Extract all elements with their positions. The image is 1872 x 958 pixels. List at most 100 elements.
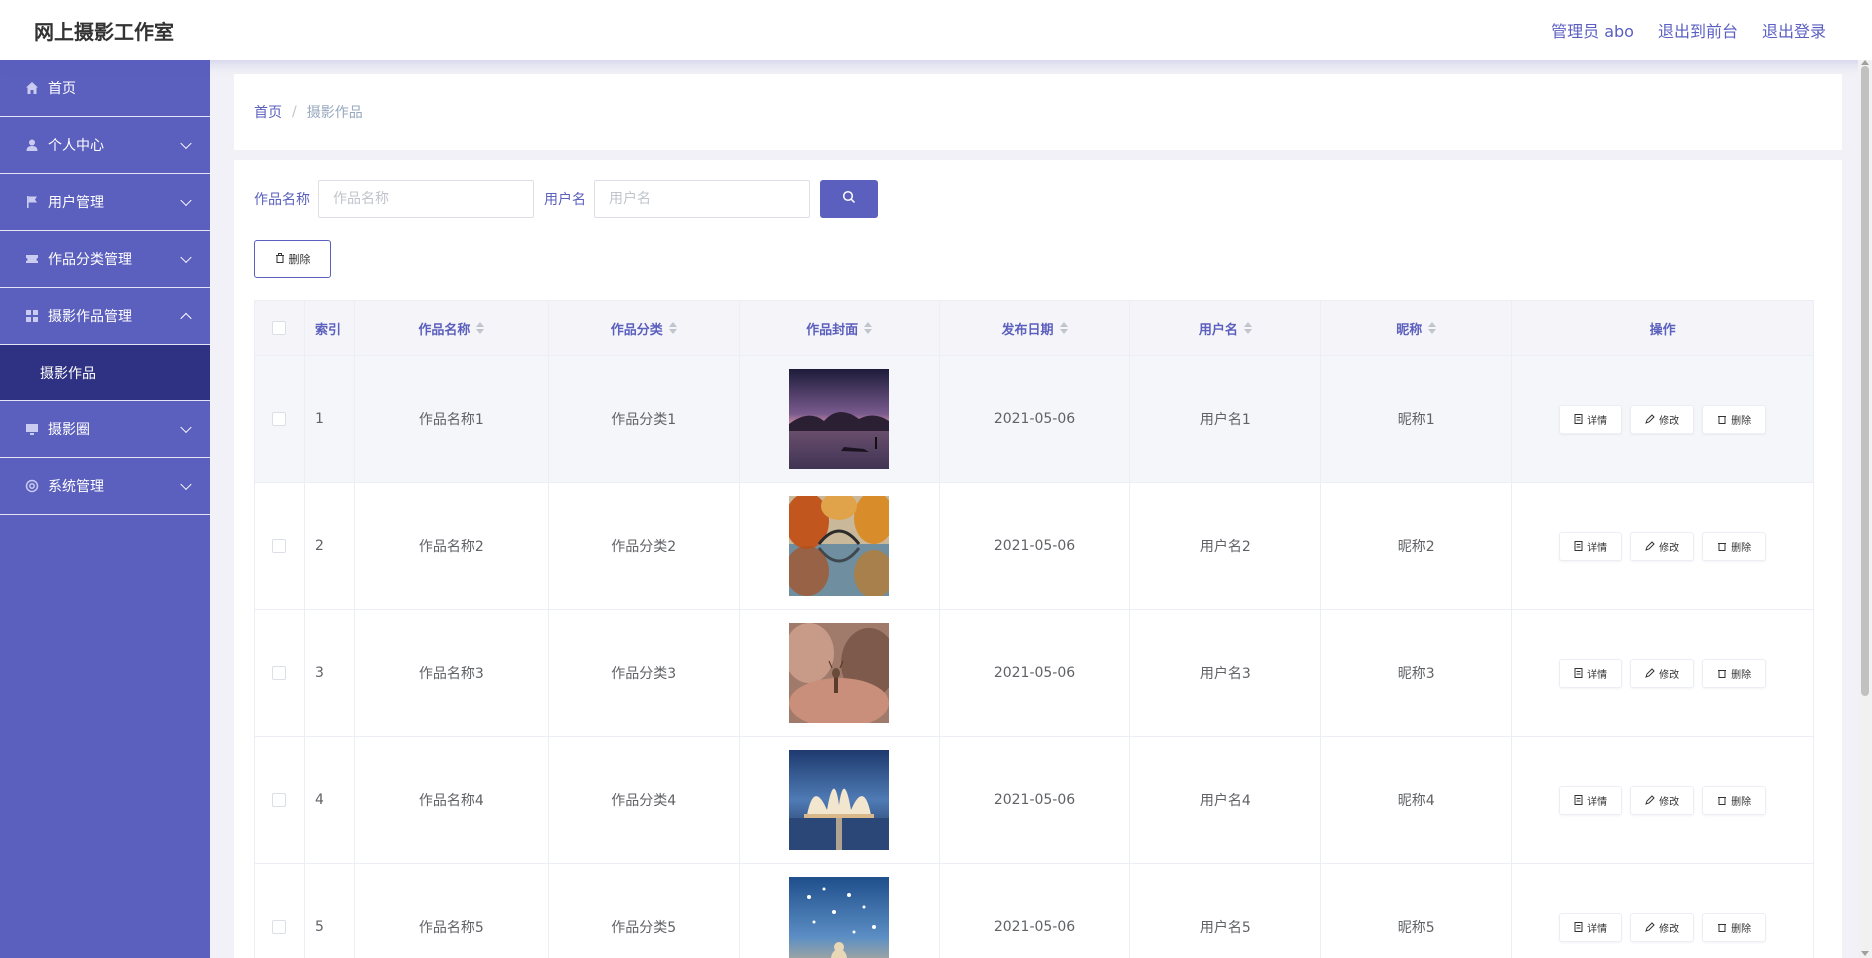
exit-to-front-link[interactable]: 退出到前台 (1658, 18, 1738, 42)
scrollbar-thumb[interactable] (1861, 66, 1869, 696)
edit-button[interactable]: 修改 (1630, 531, 1695, 561)
edit-label: 修改 (1659, 796, 1680, 808)
cover-image-lake-night[interactable] (789, 369, 890, 469)
table-row[interactable]: 3 作品名称3 作品分类3 2021-05-06 用户名3 昵称3 详情 修改 … (255, 610, 1813, 737)
delete-button[interactable]: 删除 (1702, 912, 1767, 942)
logout-link[interactable]: 退出登录 (1762, 18, 1826, 42)
sidebar-item-photo-works-management[interactable]: 摄影作品管理 (0, 288, 210, 345)
delete-button[interactable]: 删除 (1702, 658, 1767, 688)
search-button[interactable] (820, 180, 878, 218)
edit-label: 修改 (1659, 542, 1680, 554)
sidebar-item-label: 系统管理 (48, 479, 104, 495)
admin-user-link[interactable]: 管理员 abo (1551, 18, 1634, 42)
table-row[interactable]: 4 作品名称4 作品分类4 2021-05-06 用户名4 昵称4 详情 修改 … (255, 737, 1813, 864)
sidebar: 首页 个人中心 用户管理 作品分类管理 摄影作品管理 摄影作品 摄影圈 系统管理 (0, 60, 210, 958)
row-date: 2021-05-06 (940, 610, 1131, 736)
header-category[interactable]: 作品分类 (549, 301, 740, 355)
row-cover (740, 483, 940, 609)
page-scrollbar[interactable] (1858, 60, 1872, 958)
row-checkbox[interactable] (272, 539, 287, 553)
scroll-down-arrow-icon[interactable] (1861, 951, 1869, 956)
edit-button[interactable]: 修改 (1630, 658, 1695, 688)
cover-image-deer-forest[interactable] (789, 623, 890, 723)
header-cover-label: 作品封面 (806, 322, 859, 338)
chevron-down-icon (180, 478, 192, 491)
delete-label: 删除 (1731, 923, 1752, 935)
header-nick-label: 昵称 (1396, 322, 1423, 338)
sidebar-item-home[interactable]: 首页 (0, 60, 210, 117)
sidebar-item-system-management[interactable]: 系统管理 (0, 458, 210, 515)
header-user[interactable]: 用户名 (1130, 301, 1322, 355)
scroll-up-arrow-icon[interactable] (1861, 60, 1869, 65)
sidebar-item-category-management[interactable]: 作品分类管理 (0, 231, 210, 288)
detail-button[interactable]: 详情 (1559, 404, 1623, 434)
row-category: 作品分类3 (549, 610, 740, 736)
sidebar-item-label: 个人中心 (48, 138, 104, 154)
user-search-input[interactable] (594, 180, 810, 218)
trash-icon (1718, 416, 1727, 424)
delete-button[interactable]: 删除 (1702, 404, 1767, 434)
cover-image-autumn-bridge[interactable] (789, 496, 890, 596)
row-checkbox[interactable] (272, 412, 287, 426)
detail-button[interactable]: 详情 (1559, 658, 1623, 688)
sidebar-item-label: 摄影圈 (48, 422, 90, 438)
sidebar-item-photo-circle[interactable]: 摄影圈 (0, 401, 210, 458)
document-icon (1574, 541, 1583, 551)
search-icon (842, 190, 856, 208)
edit-button[interactable]: 修改 (1630, 785, 1695, 815)
row-select-cell (255, 864, 305, 958)
detail-button[interactable]: 详情 (1559, 912, 1623, 942)
cover-image-birds-sky[interactable] (789, 877, 890, 958)
row-checkbox[interactable] (272, 793, 287, 807)
row-cover (740, 356, 940, 482)
row-actions: 详情 修改 删除 (1512, 737, 1813, 863)
batch-delete-button[interactable]: 删除 (254, 240, 331, 278)
cover-image-building-water[interactable] (789, 750, 890, 850)
top-header: 网上摄影工作室 管理员 abo 退出到前台 退出登录 (0, 0, 1872, 60)
select-all-checkbox[interactable] (272, 321, 287, 335)
header-cover[interactable]: 作品封面 (740, 301, 940, 355)
row-cover (740, 610, 940, 736)
sidebar-item-personal-center[interactable]: 个人中心 (0, 117, 210, 174)
sidebar-item-label: 摄影作品管理 (48, 309, 132, 325)
row-index: 4 (305, 737, 355, 863)
sidebar-item-user-management[interactable]: 用户管理 (0, 174, 210, 231)
flag-icon (24, 194, 40, 210)
header-name[interactable]: 作品名称 (355, 301, 549, 355)
row-checkbox[interactable] (272, 920, 287, 934)
delete-button[interactable]: 删除 (1702, 531, 1767, 561)
settings-icon (24, 478, 40, 494)
sort-icon[interactable] (476, 322, 485, 334)
header-date[interactable]: 发布日期 (940, 301, 1131, 355)
table-row[interactable]: 5 作品名称5 作品分类5 2021-05-06 用户名5 昵称5 详情 修改 … (255, 864, 1813, 958)
breadcrumb-home[interactable]: 首页 (254, 102, 282, 122)
detail-label: 详情 (1587, 542, 1608, 554)
detail-button[interactable]: 详情 (1559, 531, 1623, 561)
sort-icon[interactable] (1243, 322, 1252, 334)
detail-label: 详情 (1587, 669, 1608, 681)
sort-icon[interactable] (668, 322, 677, 334)
row-date: 2021-05-06 (940, 737, 1131, 863)
row-checkbox[interactable] (272, 666, 287, 680)
sort-icon[interactable] (1059, 322, 1068, 334)
row-index: 2 (305, 483, 355, 609)
table-row[interactable]: 1 作品名称1 作品分类1 2021-05-06 用户名1 昵称1 详情 修改 … (255, 356, 1813, 483)
header-nick[interactable]: 昵称 (1321, 301, 1513, 355)
edit-button[interactable]: 修改 (1630, 404, 1695, 434)
row-date: 2021-05-06 (940, 864, 1131, 958)
edit-label: 修改 (1659, 415, 1680, 427)
content-panel: 作品名称 用户名 删除 索引 作品名称 作品分类 作品封面 (234, 160, 1842, 958)
header-date-label: 发布日期 (1001, 322, 1054, 338)
row-user: 用户名3 (1130, 610, 1322, 736)
trash-icon (275, 252, 289, 266)
delete-button[interactable]: 删除 (1702, 785, 1767, 815)
sort-icon[interactable] (1428, 322, 1437, 334)
detail-button[interactable]: 详情 (1559, 785, 1623, 815)
row-category: 作品分类1 (549, 356, 740, 482)
sort-icon[interactable] (864, 322, 873, 334)
row-nick: 昵称4 (1321, 737, 1513, 863)
name-search-input[interactable] (318, 180, 534, 218)
edit-button[interactable]: 修改 (1630, 912, 1695, 942)
sidebar-subitem-photo-works[interactable]: 摄影作品 (0, 345, 210, 401)
table-row[interactable]: 2 作品名称2 作品分类2 2021-05-06 用户名2 昵称2 详情 修改 … (255, 483, 1813, 610)
